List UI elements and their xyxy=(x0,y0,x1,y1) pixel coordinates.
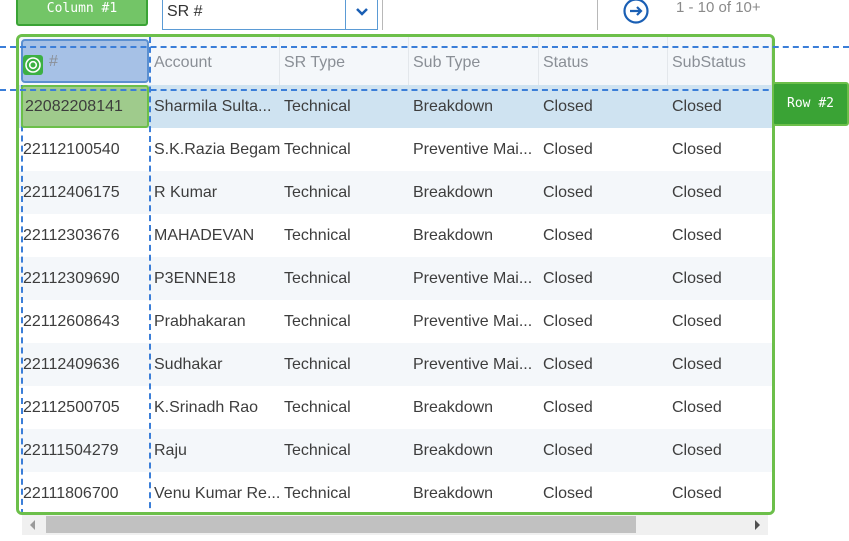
table-cell: 22112409636 xyxy=(23,356,120,373)
table-cell: 22112100540 xyxy=(23,141,120,158)
table-cell: Closed xyxy=(543,485,593,502)
column-header[interactable]: SubStatus xyxy=(668,37,772,85)
table-cell: 22112406175 xyxy=(23,184,120,201)
table-cell: Closed xyxy=(543,270,593,287)
search-field-select[interactable]: SR # xyxy=(162,0,378,30)
table-cell: Technical xyxy=(284,313,351,330)
chevron-down-icon[interactable] xyxy=(345,0,377,30)
column-highlight-line xyxy=(21,85,23,512)
table-cell: Closed xyxy=(543,313,593,330)
table-cell: Technical xyxy=(284,485,351,502)
table-cell: Breakdown xyxy=(413,485,494,502)
table-cell: Technical xyxy=(284,227,351,244)
selected-cell-value: 22082208141 xyxy=(25,98,123,115)
search-input[interactable] xyxy=(382,0,598,30)
table-row[interactable]: 22112409636 Sudhakar Technical Preventive M… xyxy=(19,343,772,386)
table-cell: Technical xyxy=(284,442,351,459)
table-cell: 22112608643 xyxy=(23,313,120,330)
table-cell: Preventive Mai... xyxy=(413,141,533,158)
table-cell: Closed xyxy=(543,356,593,373)
table-cell: Breakdown xyxy=(413,184,494,201)
table-cell: Closed xyxy=(672,356,722,373)
scroll-left-icon[interactable] xyxy=(30,520,35,530)
column-header[interactable]: Status xyxy=(539,37,668,85)
results-grid: AccountSR TypeSub TypeStatusSubStatus 22… xyxy=(16,34,775,515)
table-cell: S.K.Razia Begam xyxy=(154,141,280,158)
row-highlight-line xyxy=(0,46,849,48)
table-cell: K.Srinadh Rao xyxy=(154,399,259,416)
table-cell: Closed xyxy=(672,313,722,330)
table-row[interactable]: 22112406175 R Kumar Technical Breakdown Clos… xyxy=(19,171,772,214)
table-cell: 22112500705 xyxy=(23,399,120,416)
table-cell: R Kumar xyxy=(154,184,218,201)
search-field-value: SR # xyxy=(167,3,203,20)
column-header[interactable]: SR Type xyxy=(280,37,409,85)
row-highlight-line xyxy=(0,89,849,91)
table-cell: Closed xyxy=(672,184,722,201)
table-cell: Closed xyxy=(672,227,722,244)
table-cell: Closed xyxy=(543,227,593,244)
column-header[interactable]: Account xyxy=(150,37,280,85)
column-highlight-line xyxy=(149,37,151,512)
go-arrow-icon[interactable] xyxy=(622,0,650,25)
table-row[interactable]: 22112100540 S.K.Razia Begam Technical Preve… xyxy=(19,128,772,171)
table-row[interactable]: 22112500705 K.Srinadh Rao Technical Breakdo… xyxy=(19,386,772,429)
table-cell: Technical xyxy=(284,98,351,115)
table-cell: 22111806700 xyxy=(23,485,119,502)
table-cell: 22112309690 xyxy=(23,270,120,287)
table-cell: P3ENNE18 xyxy=(154,270,236,287)
selected-cell[interactable]: 22082208141 xyxy=(21,85,149,128)
table-cell: Technical xyxy=(284,141,351,158)
table-cell: Closed xyxy=(672,98,722,115)
table-row[interactable]: 22112303676 MAHADEVAN Technical Breakdown Cl… xyxy=(19,214,772,257)
table-cell: Prabhakaran xyxy=(154,313,246,330)
table-row[interactable]: 22112608643 Prabhakaran Technical Preventiv… xyxy=(19,300,772,343)
table-cell: Closed xyxy=(672,270,722,287)
table-cell: Closed xyxy=(543,141,593,158)
table-cell: 22112303676 xyxy=(23,227,120,244)
table-cell: Raju xyxy=(154,442,187,459)
table-row[interactable]: 22111806700 Venu Kumar Re... Technical Brea… xyxy=(19,472,772,512)
table-cell: Preventive Mai... xyxy=(413,313,533,330)
table-cell: Breakdown xyxy=(413,98,494,115)
table-row[interactable]: 22111504279 Raju Technical Breakdown Closed C… xyxy=(19,429,772,472)
pagination-info: 1 - 10 of 10+ xyxy=(676,0,761,16)
table-cell: Closed xyxy=(543,184,593,201)
table-cell: Preventive Mai... xyxy=(413,270,533,287)
table-cell: 22111504279 xyxy=(23,442,119,459)
target-icon xyxy=(23,55,43,75)
column-header[interactable]: Sub Type xyxy=(409,37,539,85)
table-cell: Closed xyxy=(543,399,593,416)
column-header-label: # xyxy=(49,53,58,70)
table-row[interactable]: 22112309690 P3ENNE18 Technical Preventive M… xyxy=(19,257,772,300)
row-annotation-badge: Row #2 xyxy=(772,82,849,126)
table-cell: Closed xyxy=(543,442,593,459)
table-cell: Technical xyxy=(284,270,351,287)
table-cell: Breakdown xyxy=(413,399,494,416)
table-cell: Closed xyxy=(672,399,722,416)
table-cell: Technical xyxy=(284,399,351,416)
table-cell: Sharmila Sulta... xyxy=(154,98,272,115)
table-cell: Closed xyxy=(672,141,722,158)
table-cell: Closed xyxy=(672,485,722,502)
table-cell: Closed xyxy=(543,98,593,115)
table-cell: Venu Kumar Re... xyxy=(154,485,280,502)
table-cell: Technical xyxy=(284,356,351,373)
table-cell: MAHADEVAN xyxy=(154,227,255,244)
scrollbar-thumb[interactable] xyxy=(46,516,636,533)
scroll-right-icon[interactable] xyxy=(755,520,760,530)
table-cell: Breakdown xyxy=(413,227,494,244)
table-cell: Preventive Mai... xyxy=(413,356,533,373)
table-cell: Technical xyxy=(284,184,351,201)
table-cell: Breakdown xyxy=(413,442,494,459)
column-annotation-badge: Column #1 xyxy=(16,0,148,26)
table-cell: Closed xyxy=(672,442,722,459)
horizontal-scrollbar[interactable] xyxy=(22,515,768,535)
table-cell: Sudhakar xyxy=(154,356,223,373)
